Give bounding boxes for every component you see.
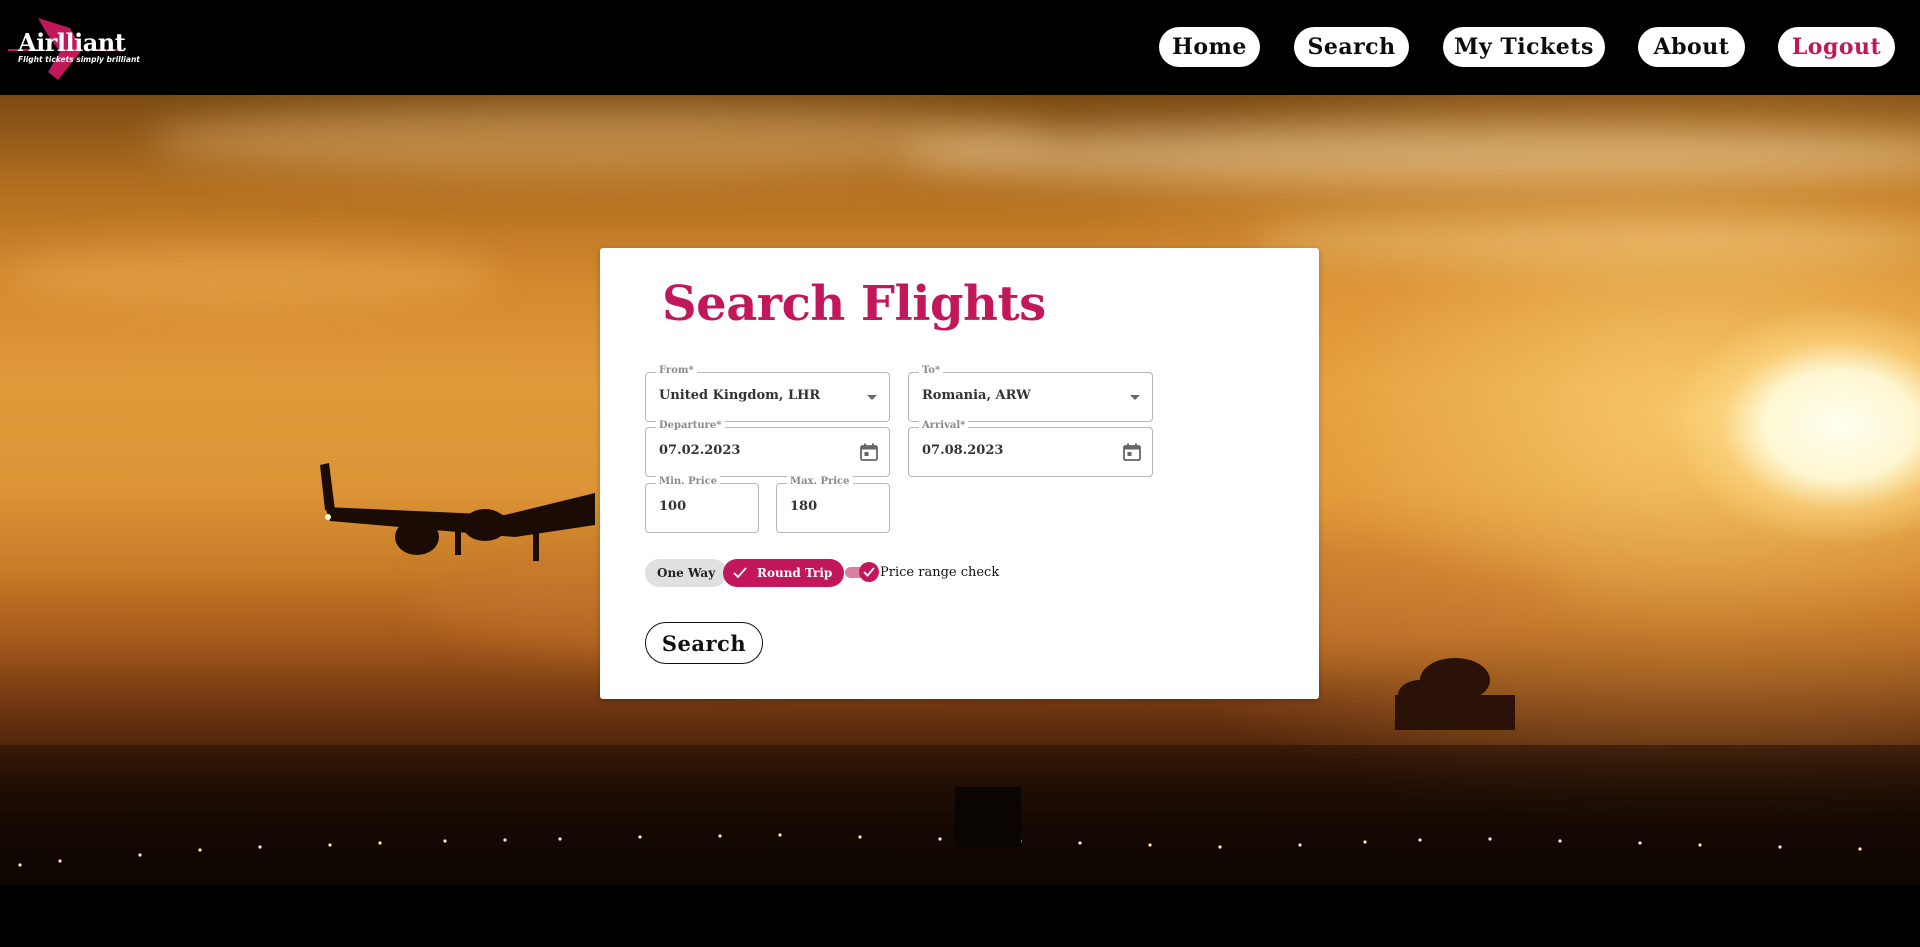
chevron-down-icon (867, 395, 877, 400)
to-select[interactable]: To* Romania, ARW (908, 365, 1153, 422)
price-range-toggle[interactable] (845, 562, 879, 582)
calendar-icon[interactable] (1122, 442, 1142, 462)
max-price-value: 180 (790, 499, 818, 514)
cloud (1250, 215, 1920, 265)
top-nav-bar: Airlliant Flight tickets simply brillian… (0, 0, 1920, 95)
nav-my-tickets-button[interactable]: My Tickets (1443, 27, 1605, 67)
to-value: Romania, ARW (922, 388, 1031, 403)
max-price-input[interactable]: Max. Price 180 (776, 476, 890, 533)
from-select[interactable]: From* United Kingdom, LHR (645, 365, 890, 422)
chevron-down-icon (1130, 395, 1140, 400)
brand-name: Airlliant (18, 28, 126, 57)
nav-logout-button[interactable]: Logout (1778, 27, 1895, 67)
arrival-date-field[interactable]: Arrival* 07.08.2023 (908, 420, 1153, 477)
search-submit-button[interactable]: Search (645, 622, 763, 664)
brand-tagline: Flight tickets simply brilliant (18, 55, 140, 64)
departure-value: 07.02.2023 (659, 443, 741, 458)
calendar-icon[interactable] (859, 442, 879, 462)
from-label: From* (656, 365, 697, 376)
min-price-label: Min. Price (656, 476, 721, 487)
price-range-label: Price range check (880, 565, 1000, 580)
nav-home-button[interactable]: Home (1159, 27, 1260, 67)
page-title: Search Flights (662, 276, 1046, 332)
one-way-chip[interactable]: One Way (645, 559, 728, 587)
nav-about-button[interactable]: About (1638, 27, 1745, 67)
airplane-silhouette (320, 463, 595, 561)
check-icon (733, 567, 747, 579)
round-trip-chip[interactable]: Round Trip (723, 559, 845, 587)
check-icon (863, 567, 875, 577)
to-label: To* (919, 365, 944, 376)
from-value: United Kingdom, LHR (659, 388, 821, 403)
building-silhouette (955, 787, 1021, 847)
brand-logo[interactable]: Airlliant Flight tickets simply brillian… (8, 10, 140, 82)
arrival-label: Arrival* (919, 420, 969, 431)
bottom-shade (0, 885, 1920, 947)
round-trip-label: Round Trip (757, 566, 833, 580)
arrival-value: 07.08.2023 (922, 443, 1004, 458)
departure-date-field[interactable]: Departure* 07.02.2023 (645, 420, 890, 477)
max-price-label: Max. Price (787, 476, 853, 487)
min-price-input[interactable]: Min. Price 100 (645, 476, 759, 533)
cloud (900, 125, 1920, 185)
cloud (150, 105, 1050, 175)
cloud (0, 245, 500, 305)
trees-silhouette (1395, 658, 1515, 730)
toggle-thumb (859, 562, 879, 582)
nav-search-button[interactable]: Search (1294, 27, 1409, 67)
search-flights-card: Search Flights From* United Kingdom, LHR… (600, 248, 1319, 699)
departure-label: Departure* (656, 420, 725, 431)
min-price-value: 100 (659, 499, 687, 514)
